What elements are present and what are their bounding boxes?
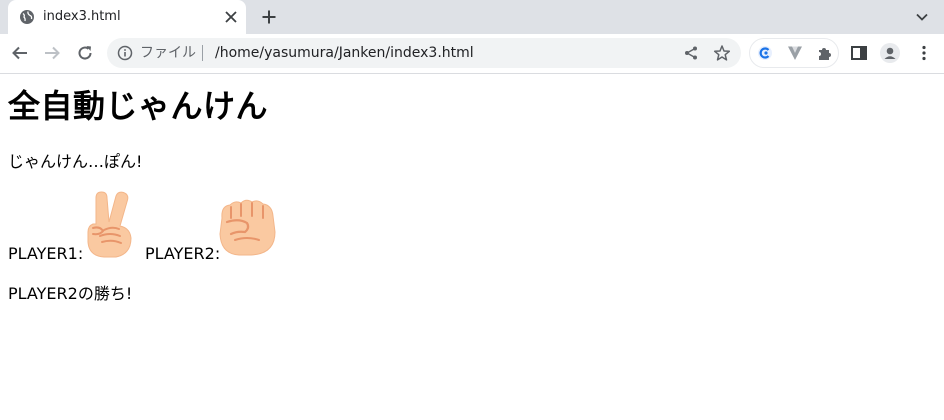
tab-strip: index3.html xyxy=(0,0,944,34)
back-icon[interactable] xyxy=(11,44,29,62)
share-icon[interactable] xyxy=(683,45,699,61)
extensions-group xyxy=(749,38,839,68)
puzzle-icon[interactable] xyxy=(816,44,834,62)
browser-toolbar: ファイル /home/yasumura/Janken/index3.html xyxy=(0,34,944,74)
address-divider xyxy=(202,45,203,61)
side-panel-icon[interactable] xyxy=(850,44,868,62)
info-icon[interactable] xyxy=(117,45,133,61)
extension-v-icon[interactable] xyxy=(786,44,804,62)
address-bar[interactable]: ファイル /home/yasumura/Janken/index3.html xyxy=(107,38,741,68)
star-icon[interactable] xyxy=(713,44,731,62)
player1-label: PLAYER1: xyxy=(8,244,84,263)
close-icon[interactable] xyxy=(224,10,238,24)
profile-avatar-icon[interactable] xyxy=(880,43,900,63)
more-menu-icon[interactable] xyxy=(915,44,933,62)
tab-title: index3.html xyxy=(43,9,121,24)
status-text: じゃんけん…ぽん! xyxy=(8,152,143,171)
rock-hand-icon xyxy=(219,199,276,256)
forward-icon[interactable] xyxy=(43,44,61,62)
page-title: 全自動じゃんけん xyxy=(8,87,269,125)
player2-label: PLAYER2: xyxy=(145,244,221,263)
extension-c-icon[interactable] xyxy=(756,44,774,62)
reload-icon[interactable] xyxy=(76,44,94,62)
result-text: PLAYER2の勝ち! xyxy=(8,284,133,303)
page-content: 全自動じゃんけん じゃんけん…ぽん! PLAYER1: PLAYER2: PLA… xyxy=(0,74,944,420)
chevron-down-icon[interactable] xyxy=(915,10,929,24)
globe-icon xyxy=(20,10,34,24)
browser-tab[interactable]: index3.html xyxy=(8,0,246,34)
url-text[interactable]: /home/yasumura/Janken/index3.html xyxy=(215,45,474,61)
scissors-hand-icon xyxy=(87,191,132,258)
scheme-label: ファイル xyxy=(140,45,196,61)
new-tab-icon[interactable] xyxy=(261,9,277,25)
